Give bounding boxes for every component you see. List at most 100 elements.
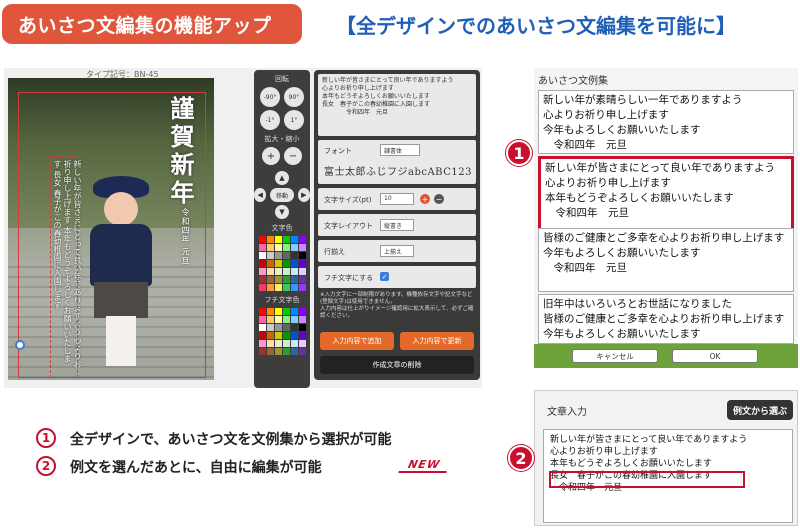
zoom-out-icon[interactable]: −	[284, 147, 302, 165]
color-swatch[interactable]	[282, 324, 290, 331]
color-swatch[interactable]	[290, 308, 298, 315]
color-swatch[interactable]	[282, 308, 290, 315]
color-swatch[interactable]	[274, 252, 282, 259]
color-swatch[interactable]	[258, 324, 266, 331]
color-swatch[interactable]	[290, 324, 298, 331]
color-swatch[interactable]	[274, 236, 282, 243]
color-swatch[interactable]	[282, 276, 290, 283]
color-swatch[interactable]	[290, 252, 298, 259]
color-swatch[interactable]	[298, 324, 306, 331]
rotate-left-90-button[interactable]: -90°	[260, 87, 280, 107]
color-swatch[interactable]	[258, 316, 266, 323]
move-left-icon[interactable]: ◀	[254, 188, 267, 202]
sample-item[interactable]: 旧年中はいろいろとお世話になりました 皆様のご健康とご多幸を心よりお祈り申し上げ…	[538, 294, 794, 344]
zoom-in-icon[interactable]: +	[262, 147, 280, 165]
sample-item[interactable]: 皆様のご健康とご多幸を心よりお祈り申し上げます 今年もよろしくお願いいたします …	[538, 228, 794, 292]
color-swatch[interactable]	[274, 332, 282, 339]
color-swatch[interactable]	[266, 236, 274, 243]
color-swatch[interactable]	[290, 244, 298, 251]
outline-color-palette[interactable]	[254, 308, 310, 355]
ok-button[interactable]: OK	[672, 349, 758, 363]
color-swatch[interactable]	[266, 284, 274, 291]
color-swatch[interactable]	[258, 260, 266, 267]
move-up-icon[interactable]: ▲	[275, 171, 289, 185]
color-swatch[interactable]	[290, 348, 298, 355]
rotate-handle[interactable]	[15, 340, 25, 350]
color-swatch[interactable]	[298, 252, 306, 259]
color-swatch[interactable]	[258, 268, 266, 275]
color-swatch[interactable]	[298, 348, 306, 355]
color-swatch[interactable]	[282, 348, 290, 355]
size-plus-button[interactable]: +	[420, 194, 430, 204]
color-swatch[interactable]	[274, 276, 282, 283]
delete-text-button[interactable]: 作成文章の削除	[320, 356, 474, 374]
color-swatch[interactable]	[266, 252, 274, 259]
color-swatch[interactable]	[266, 332, 274, 339]
color-swatch[interactable]	[290, 260, 298, 267]
color-swatch[interactable]	[274, 340, 282, 347]
color-swatch[interactable]	[258, 308, 266, 315]
color-swatch[interactable]	[266, 244, 274, 251]
color-swatch[interactable]	[298, 260, 306, 267]
color-swatch[interactable]	[274, 308, 282, 315]
color-swatch[interactable]	[274, 324, 282, 331]
color-swatch[interactable]	[266, 276, 274, 283]
color-swatch[interactable]	[298, 340, 306, 347]
color-swatch[interactable]	[258, 244, 266, 251]
layout-select[interactable]: 縦書き	[380, 219, 414, 231]
update-content-button[interactable]: 入力内容で更新	[400, 332, 474, 350]
color-swatch[interactable]	[266, 308, 274, 315]
color-swatch[interactable]	[274, 268, 282, 275]
color-swatch[interactable]	[274, 284, 282, 291]
color-swatch[interactable]	[258, 284, 266, 291]
color-swatch[interactable]	[266, 348, 274, 355]
color-swatch[interactable]	[258, 348, 266, 355]
color-swatch[interactable]	[266, 340, 274, 347]
card-preview[interactable]: 謹賀新年 令和四年 元旦 新しい年が皆さまにとって良い年でありますよう心よりお祈…	[8, 78, 214, 380]
color-swatch[interactable]	[290, 332, 298, 339]
color-swatch[interactable]	[274, 316, 282, 323]
size-minus-button[interactable]: −	[434, 194, 444, 204]
color-swatch[interactable]	[274, 260, 282, 267]
text-color-palette[interactable]	[254, 236, 310, 291]
color-swatch[interactable]	[290, 340, 298, 347]
color-swatch[interactable]	[290, 276, 298, 283]
color-swatch[interactable]	[298, 276, 306, 283]
color-swatch[interactable]	[282, 316, 290, 323]
color-swatch[interactable]	[282, 284, 290, 291]
rotate-right-90-button[interactable]: 90°	[284, 87, 304, 107]
align-select[interactable]: 上揃え	[380, 245, 414, 257]
color-swatch[interactable]	[258, 236, 266, 243]
color-swatch[interactable]	[282, 340, 290, 347]
color-swatch[interactable]	[266, 324, 274, 331]
sample-item[interactable]: 新しい年が素晴らしい一年でありますよう 心よりお祈り申し上げます 今年もよろしく…	[538, 90, 794, 154]
color-swatch[interactable]	[290, 268, 298, 275]
color-swatch[interactable]	[266, 316, 274, 323]
color-swatch[interactable]	[298, 268, 306, 275]
color-swatch[interactable]	[290, 284, 298, 291]
add-content-button[interactable]: 入力内容で追加	[320, 332, 394, 350]
color-swatch[interactable]	[282, 268, 290, 275]
move-right-icon[interactable]: ▶	[297, 188, 310, 202]
cancel-button[interactable]: キャンセル	[572, 349, 658, 363]
color-swatch[interactable]	[298, 236, 306, 243]
color-swatch[interactable]	[298, 316, 306, 323]
move-down-icon[interactable]: ▼	[275, 205, 289, 219]
color-swatch[interactable]	[298, 244, 306, 251]
rotate-right-1-button[interactable]: 1°	[284, 110, 304, 130]
color-swatch[interactable]	[298, 332, 306, 339]
size-input[interactable]: 10	[380, 193, 414, 205]
text-box-frame[interactable]	[50, 156, 78, 378]
color-swatch[interactable]	[290, 236, 298, 243]
text-preview-box[interactable]: 新しい年が皆さまにとって良い年でありますよう 心よりお祈り申し上げます 本年もど…	[318, 74, 476, 136]
color-swatch[interactable]	[266, 260, 274, 267]
color-swatch[interactable]	[282, 260, 290, 267]
choose-sample-button[interactable]: 例文から選ぶ	[727, 400, 793, 420]
color-swatch[interactable]	[258, 252, 266, 259]
color-swatch[interactable]	[282, 252, 290, 259]
color-swatch[interactable]	[258, 340, 266, 347]
color-swatch[interactable]	[282, 332, 290, 339]
text-preview[interactable]: 新しい年が皆さまにとって良い年でありますよう 心よりお祈り申し上げます 本年もど…	[318, 74, 476, 120]
color-swatch[interactable]	[258, 332, 266, 339]
color-swatch[interactable]	[282, 236, 290, 243]
